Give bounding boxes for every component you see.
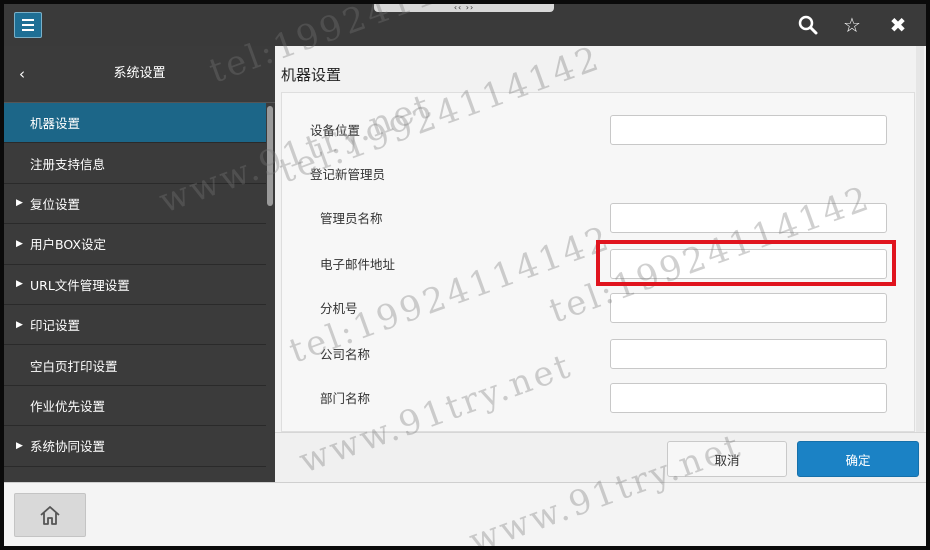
- field-label: 管理员名称: [320, 211, 383, 226]
- text-field[interactable]: [610, 293, 887, 323]
- sidebar-item[interactable]: 作业优先设置: [4, 385, 266, 427]
- form-row: 分机号: [282, 293, 914, 325]
- ok-button[interactable]: 确定: [797, 441, 919, 477]
- footer-bar: 取消 确定: [275, 432, 926, 482]
- app-frame: ‹‹ ›› ☆ ✖ ‹ 系统设置 机器设置注册支持信息 ▶ 复位设置 ▶ 用户BOX设定…: [4, 4, 926, 546]
- form-row: 部门名称: [282, 383, 914, 415]
- form-row: 登记新管理员: [282, 159, 914, 191]
- sidebar-item[interactable]: 空白页打印设置: [4, 345, 266, 386]
- sidebar-header: ‹ 系统设置: [4, 46, 275, 103]
- text-field[interactable]: [610, 339, 887, 369]
- main-scrollbar[interactable]: [916, 46, 924, 436]
- field-label: 登记新管理员: [310, 167, 386, 182]
- expand-caret-icon: ▶: [16, 198, 23, 209]
- star-icon[interactable]: ☆: [838, 12, 866, 38]
- text-field[interactable]: [610, 249, 887, 279]
- sidebar-item[interactable]: 注册支持信息: [4, 143, 266, 184]
- field-label: 部门名称: [320, 391, 371, 406]
- sidebar-item[interactable]: ▶ 印记设置: [4, 304, 266, 346]
- search-icon[interactable]: [794, 12, 822, 38]
- top-bar: ‹‹ ›› ☆ ✖: [4, 4, 926, 46]
- sidebar-item[interactable]: ▶ 系统协同设置: [4, 426, 266, 467]
- menu-icon[interactable]: [14, 12, 42, 38]
- sidebar-scrollbar[interactable]: [267, 106, 273, 206]
- expand-caret-icon: ▶: [16, 440, 23, 451]
- sidebar-item[interactable]: ▶ URL文件管理设置: [4, 264, 266, 305]
- top-handle[interactable]: ‹‹ ››: [374, 4, 554, 12]
- form-row: 管理员名称: [282, 203, 914, 235]
- sidebar-item[interactable]: ▶ 复位设置: [4, 183, 266, 225]
- form-row: 公司名称: [282, 339, 914, 371]
- text-field[interactable]: [610, 203, 887, 233]
- expand-caret-icon: ▶: [16, 319, 23, 330]
- sidebar-item-label: 复位设置: [30, 196, 81, 212]
- page-title: 机器设置: [281, 66, 342, 84]
- sidebar-menu: 机器设置注册支持信息 ▶ 复位设置 ▶ 用户BOX设定 ▶ URL文件管理设置 ▶ 印记设置空白…: [4, 103, 266, 467]
- cancel-button[interactable]: 取消: [667, 441, 787, 477]
- sidebar-item-label: 印记设置: [30, 318, 81, 334]
- settings-form: 设备位置登记新管理员管理员名称电子邮件地址 分机号公司名称部门名称: [281, 92, 915, 432]
- sidebar-item[interactable]: 机器设置: [4, 103, 266, 144]
- text-field[interactable]: [610, 383, 887, 413]
- bottom-bar: [4, 482, 926, 546]
- field-label: 分机号: [320, 301, 358, 316]
- home-button[interactable]: [14, 493, 86, 537]
- sidebar-item-label: URL文件管理设置: [30, 277, 130, 293]
- form-row: 设备位置: [282, 115, 914, 147]
- field-label: 公司名称: [320, 347, 371, 362]
- sidebar-item-label: 用户BOX设定: [30, 237, 106, 253]
- sidebar-item-label: 机器设置: [30, 116, 81, 132]
- expand-caret-icon: ▶: [16, 238, 23, 249]
- home-icon: [40, 506, 60, 525]
- sidebar-title: 系统设置: [113, 66, 166, 81]
- text-field[interactable]: [610, 115, 887, 145]
- sidebar: ‹ 系统设置 机器设置注册支持信息 ▶ 复位设置 ▶ 用户BOX设定 ▶ URL文件管理设置…: [4, 46, 275, 482]
- field-label: 设备位置: [310, 123, 361, 138]
- close-icon[interactable]: ✖: [884, 12, 912, 38]
- expand-caret-icon: ▶: [16, 279, 23, 290]
- sidebar-item[interactable]: ▶ 用户BOX设定: [4, 224, 266, 265]
- field-label: 电子邮件地址: [320, 257, 396, 272]
- sidebar-item-label: 系统协同设置: [30, 439, 106, 455]
- sidebar-item-label: 注册支持信息: [30, 156, 106, 172]
- main-panel: 机器设置 设备位置登记新管理员管理员名称电子邮件地址 分机号公司名称部门名称 取消…: [275, 46, 926, 482]
- sidebar-item-label: 作业优先设置: [30, 398, 106, 414]
- sidebar-item-label: 空白页打印设置: [30, 358, 118, 374]
- form-row: 电子邮件地址: [282, 249, 914, 281]
